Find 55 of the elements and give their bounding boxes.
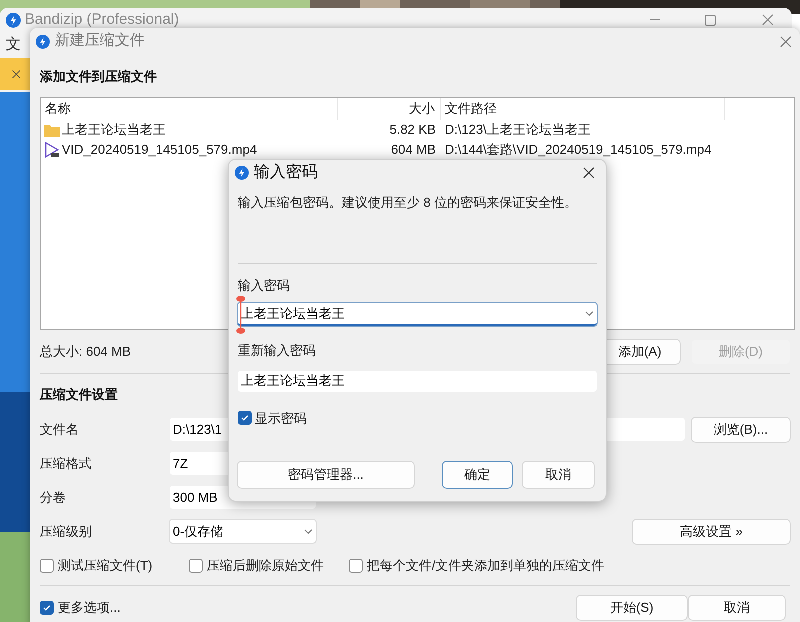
chevron-down-icon (304, 528, 313, 534)
section-heading: 压缩文件设置 (40, 387, 119, 403)
checkbox-label[interactable]: 压缩后删除原始文件 (207, 556, 324, 576)
field-label: 压缩格式 (40, 454, 93, 473)
menu-item[interactable]: 文 (6, 34, 21, 56)
file-path: D:\123\上老王论坛当老王 (444, 121, 592, 140)
chevron-down-icon (585, 310, 594, 316)
button[interactable]: 取消 (523, 462, 594, 488)
input-field[interactable]: 上老王论坛当老王 (238, 370, 597, 392)
dialog-title: 输入密码 (254, 162, 318, 183)
file-name[interactable]: VID_20240519_145105_579.mp4 (62, 140, 258, 160)
field-label: 分卷 (40, 488, 67, 507)
dropdown[interactable]: 0-仅存储 (170, 520, 316, 543)
button[interactable]: 密码管理器... (238, 462, 414, 488)
field-label: 输入密码 (238, 276, 291, 294)
button[interactable]: 浏览(B)... (692, 418, 790, 442)
field-label: 文件名 (40, 420, 80, 439)
window-title: Bandizip (Professional) (25, 10, 180, 30)
app-logo-icon (6, 12, 21, 28)
file-size: 5.82 KB (388, 121, 437, 140)
checkbox[interactable] (349, 559, 363, 573)
section-heading: 添加文件到压缩文件 (40, 69, 158, 85)
checkbox-label[interactable]: 把每个文件/文件夹添加到单独的压缩文件 (367, 556, 605, 576)
checkbox[interactable] (238, 411, 252, 426)
checkmark-icon (42, 603, 52, 613)
file-name[interactable]: 上老王论坛当老王 (62, 120, 166, 140)
column-header[interactable]: 名称 (41, 98, 338, 120)
file-path: D:\144\套路\VID_20240519_145105_579.mp4 (444, 141, 713, 160)
password-combobox[interactable]: 上老王论坛当老王 (238, 303, 597, 326)
checkmark-icon (240, 413, 250, 424)
column-header[interactable]: 大小 (338, 98, 441, 120)
checkbox-label[interactable]: 测试压缩文件(T) (58, 556, 153, 576)
button[interactable]: 确定 (443, 462, 512, 488)
maximize-icon[interactable] (705, 14, 716, 26)
close-icon[interactable] (583, 167, 595, 179)
video-file-icon (44, 142, 60, 158)
field-label: 重新输入密码 (238, 342, 317, 360)
button[interactable]: 开始(S) (577, 596, 687, 620)
close-icon[interactable] (12, 70, 21, 78)
checkbox-label[interactable]: 更多选项... (58, 598, 121, 618)
field-label: 压缩级别 (40, 522, 93, 541)
checkbox-label[interactable]: 显示密码 (255, 408, 307, 428)
total-size: 总大小: 604 MB (40, 343, 132, 362)
app-logo-icon (235, 166, 249, 180)
column-header[interactable]: 文件路径 (441, 98, 725, 120)
checkbox[interactable] (40, 601, 54, 615)
description-text: 输入压缩包密码。建议使用至少 8 位的密码来保证安全性。 (238, 194, 578, 212)
button[interactable]: 取消 (689, 596, 785, 620)
button[interactable]: 高级设置 » (633, 520, 790, 544)
checkbox[interactable] (189, 559, 203, 573)
file-size: 604 MB (390, 141, 437, 160)
checkbox[interactable] (40, 559, 54, 573)
dialog-title: 新建压缩文件 (55, 31, 145, 52)
folder-icon (44, 124, 60, 136)
app-logo-icon (36, 34, 50, 48)
